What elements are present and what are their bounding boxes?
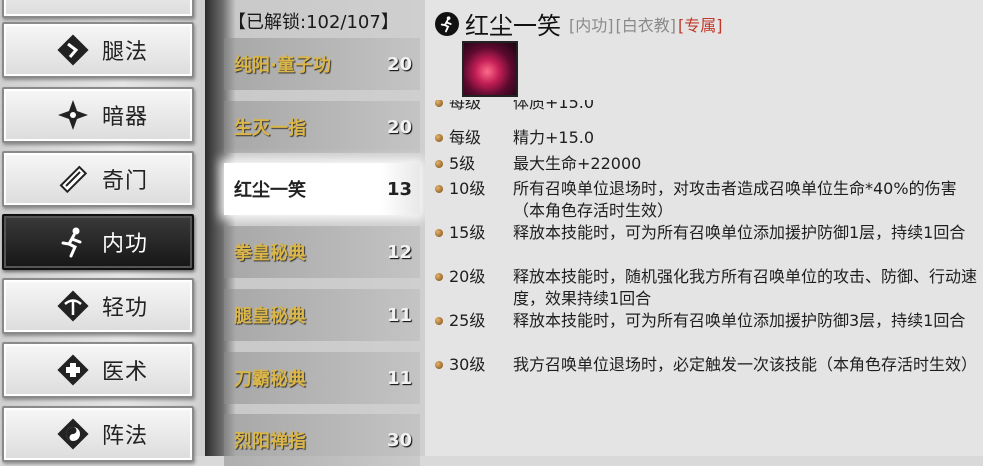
skill-title: 红尘一笑 (465, 12, 561, 40)
effect-text: 我方召唤单位退场时，必定触发一次该技能（本角色存活时生效） (513, 355, 978, 374)
category-label: 阵法 (102, 424, 149, 449)
effects-scroll-area[interactable]: 每级 体质+15.0 每级 精力+15.0 5级 最大生命+22000 10级 … (425, 100, 983, 456)
bullet-icon (435, 273, 443, 281)
wing-icon (54, 287, 92, 325)
effect-level: 10级 (449, 179, 486, 198)
skill-name: 刀霸秘典 (234, 369, 306, 390)
effect-row: 10级 所有召唤单位退场时，对攻击者造成召唤单位生命*40%的伤害（本角色存活时… (435, 178, 983, 222)
leg-icon (54, 31, 92, 69)
effect-row: 25级 释放本技能时，可为所有召唤单位添加援护防御3层，持续1回合 (435, 310, 983, 332)
skill-name: 腿皇秘典 (234, 306, 306, 327)
skill-level: 20 (386, 116, 412, 138)
effect-text: 体质+15.0 (513, 100, 595, 112)
category-label: 奇门 (102, 169, 149, 194)
category-qinggong[interactable]: 轻功 (2, 278, 194, 334)
bullet-icon (435, 100, 443, 107)
skill-item[interactable]: 腿皇秘典 11 (224, 289, 420, 341)
effect-row: 每级 体质+15.0 (435, 100, 983, 114)
category-neigong[interactable]: 内功 (2, 214, 194, 270)
shuriken-icon (54, 96, 92, 134)
effect-level: 20级 (449, 267, 486, 286)
skill-level: 12 (386, 241, 412, 263)
effect-level: 每级 (449, 128, 482, 147)
exclusive-tag: [专属] (678, 15, 723, 35)
category-sidebar: 腿法 暗器 奇门 内功 轻功 医术 阵法 (0, 0, 205, 462)
skill-level: 20 (386, 53, 412, 75)
bullet-icon (435, 317, 443, 325)
skill-level: 13 (386, 178, 412, 200)
runner-icon (54, 223, 92, 261)
effect-level: 每级 (449, 100, 482, 112)
category-hidden-weapon[interactable]: 暗器 (2, 87, 194, 143)
skill-title-row: 红尘一笑 [内功] [白衣教] [专属] (435, 6, 723, 41)
category-qimen[interactable]: 奇门 (2, 151, 194, 207)
skill-item[interactable]: 拳皇秘典 12 (224, 226, 420, 278)
category-label: 轻功 (102, 296, 149, 321)
skill-item[interactable]: 纯阳·童子功 20 (224, 38, 420, 90)
bullet-icon (435, 134, 443, 142)
skill-item[interactable]: 生灭一指 20 (224, 101, 420, 153)
effect-level: 25级 (449, 311, 486, 330)
skill-name: 纯阳·童子功 (234, 55, 331, 76)
unlock-counter: 【已解锁:102/107】 (228, 12, 399, 33)
skill-level: 30 (386, 429, 412, 451)
skill-name: 生灭一指 (234, 118, 306, 139)
category-label: 内功 (102, 232, 149, 257)
skill-level: 11 (386, 367, 412, 389)
sect-tag: [白衣教] (615, 15, 677, 35)
effect-row: 20级 释放本技能时，随机强化我方所有召唤单位的攻击、防御、行动速度，效果持续1… (435, 266, 983, 310)
effect-level: 5级 (449, 154, 476, 173)
runner-icon (435, 11, 459, 36)
category-medicine[interactable]: 医术 (2, 342, 194, 398)
medicine-icon (54, 351, 92, 389)
skill-item[interactable]: 烈阳禅指 30 (224, 414, 420, 466)
effect-text: 所有召唤单位退场时，对攻击者造成召唤单位生命*40%的伤害（本角色存活时生效） (513, 179, 957, 220)
effect-level: 30级 (449, 355, 486, 374)
effect-text: 释放本技能时，可为所有召唤单位添加援护防御3层，持续1回合 (513, 311, 966, 330)
effect-text: 释放本技能时，随机强化我方所有召唤单位的攻击、防御、行动速度，效果持续1回合 (513, 267, 978, 308)
category-top-partial[interactable] (2, 0, 194, 18)
skill-name: 红尘一笑 (234, 180, 306, 201)
scroll-icon (54, 160, 92, 198)
bullet-icon (435, 229, 443, 237)
bullet-icon (435, 160, 443, 168)
effect-text: 最大生命+22000 (513, 154, 642, 173)
effect-row: 30级 我方召唤单位退场时，必定触发一次该技能（本角色存活时生效） (435, 354, 983, 376)
skill-portrait (462, 41, 518, 97)
skill-type-tag: [内功] (569, 15, 614, 35)
category-leg[interactable]: 腿法 (2, 22, 194, 78)
skill-item-selected[interactable]: 红尘一笑 13 (224, 163, 420, 215)
category-label: 暗器 (102, 105, 149, 130)
category-label: 腿法 (102, 40, 149, 65)
effect-text: 精力+15.0 (513, 128, 595, 147)
skill-level: 11 (386, 304, 412, 326)
effect-text: 释放本技能时，可为所有召唤单位添加援护防御1层，持续1回合 (513, 223, 966, 242)
skill-name: 拳皇秘典 (234, 243, 306, 264)
taiji-icon (54, 415, 92, 453)
bullet-icon (435, 361, 443, 369)
bullet-icon (435, 185, 443, 193)
effect-row: 每级 精力+15.0 (435, 127, 983, 149)
category-label: 医术 (102, 360, 149, 385)
skill-name: 烈阳禅指 (234, 431, 306, 452)
category-formation[interactable]: 阵法 (2, 406, 194, 462)
effect-level: 15级 (449, 223, 486, 242)
effect-row: 5级 最大生命+22000 (435, 153, 983, 175)
skill-item[interactable]: 刀霸秘典 11 (224, 352, 420, 404)
effect-row: 15级 释放本技能时，可为所有召唤单位添加援护防御1层，持续1回合 (435, 222, 983, 244)
